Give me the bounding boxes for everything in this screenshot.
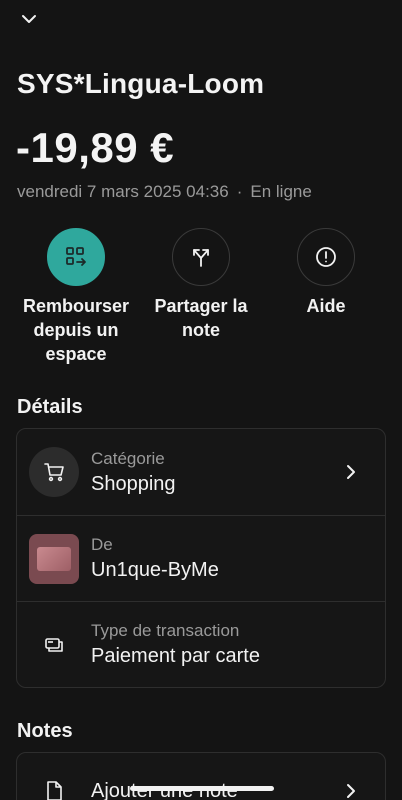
help-label: Aide (306, 296, 346, 316)
chevron-right-icon (347, 784, 355, 798)
split-note-button[interactable]: Partager la note (151, 228, 251, 366)
transaction-type-icon-wrap (29, 620, 79, 670)
chevron-right-icon (347, 465, 355, 479)
transaction-type-row: Type de transaction Paiement par carte (17, 601, 385, 687)
add-note-row[interactable]: Ajouter une note (17, 753, 385, 800)
transaction-meta: vendredi 7 mars 2025 04:36 · En ligne (17, 182, 312, 202)
add-note-icon-wrap (29, 766, 79, 800)
source-label: De (91, 535, 113, 554)
merchant-name: SYS*Lingua-Loom (17, 68, 265, 99)
transaction-channel: En ligne (250, 182, 312, 201)
refund-label: Rembourser depuis un espace (22, 296, 130, 364)
transaction-amount: -19,89 € (16, 124, 175, 171)
refund-circle[interactable] (47, 228, 105, 286)
meta-separator: · (236, 182, 243, 201)
source-row: De Un1que-ByMe (17, 515, 385, 601)
transaction-date: vendredi 7 mars 2025 04:36 (17, 182, 229, 201)
category-icon-wrap (29, 447, 79, 497)
help-circle[interactable] (297, 228, 355, 286)
category-row[interactable]: Catégorie Shopping (17, 429, 385, 515)
document-icon (47, 781, 62, 800)
info-circle-icon (316, 247, 336, 267)
transaction-type-label: Type de transaction (91, 621, 240, 640)
source-texts: De Un1que-ByMe (91, 535, 219, 582)
card-thumbnail-icon (29, 533, 79, 584)
category-texts: Catégorie Shopping (91, 449, 176, 496)
split-label: Partager la note (154, 296, 248, 340)
help-button[interactable]: Aide (251, 228, 401, 366)
details-card: Catégorie Shopping De Un1que-ByMe Type d… (16, 428, 386, 688)
category-value: Shopping (91, 472, 176, 495)
notes-title: Notes (17, 720, 73, 742)
transaction-type-texts: Type de transaction Paiement par carte (91, 621, 260, 668)
split-circle[interactable] (172, 228, 230, 286)
qr-transfer-icon (66, 247, 86, 266)
source-value: Un1que-ByMe (91, 559, 219, 581)
details-title: Détails (17, 396, 83, 418)
notes-card: Ajouter une note (16, 752, 386, 800)
category-label: Catégorie (91, 448, 165, 468)
split-arrows-icon (193, 249, 209, 267)
refund-from-space-button[interactable]: Rembourser depuis un espace (1, 228, 151, 366)
transaction-type-value: Paiement par carte (91, 645, 260, 667)
card-payment-icon (45, 637, 63, 652)
shopping-cart-icon (44, 463, 64, 482)
collapse-button[interactable] (16, 8, 42, 30)
action-bar: Rembourser depuis un espace Partager la … (0, 228, 402, 366)
chevron-down-icon (22, 15, 36, 23)
home-indicator[interactable] (130, 786, 274, 791)
